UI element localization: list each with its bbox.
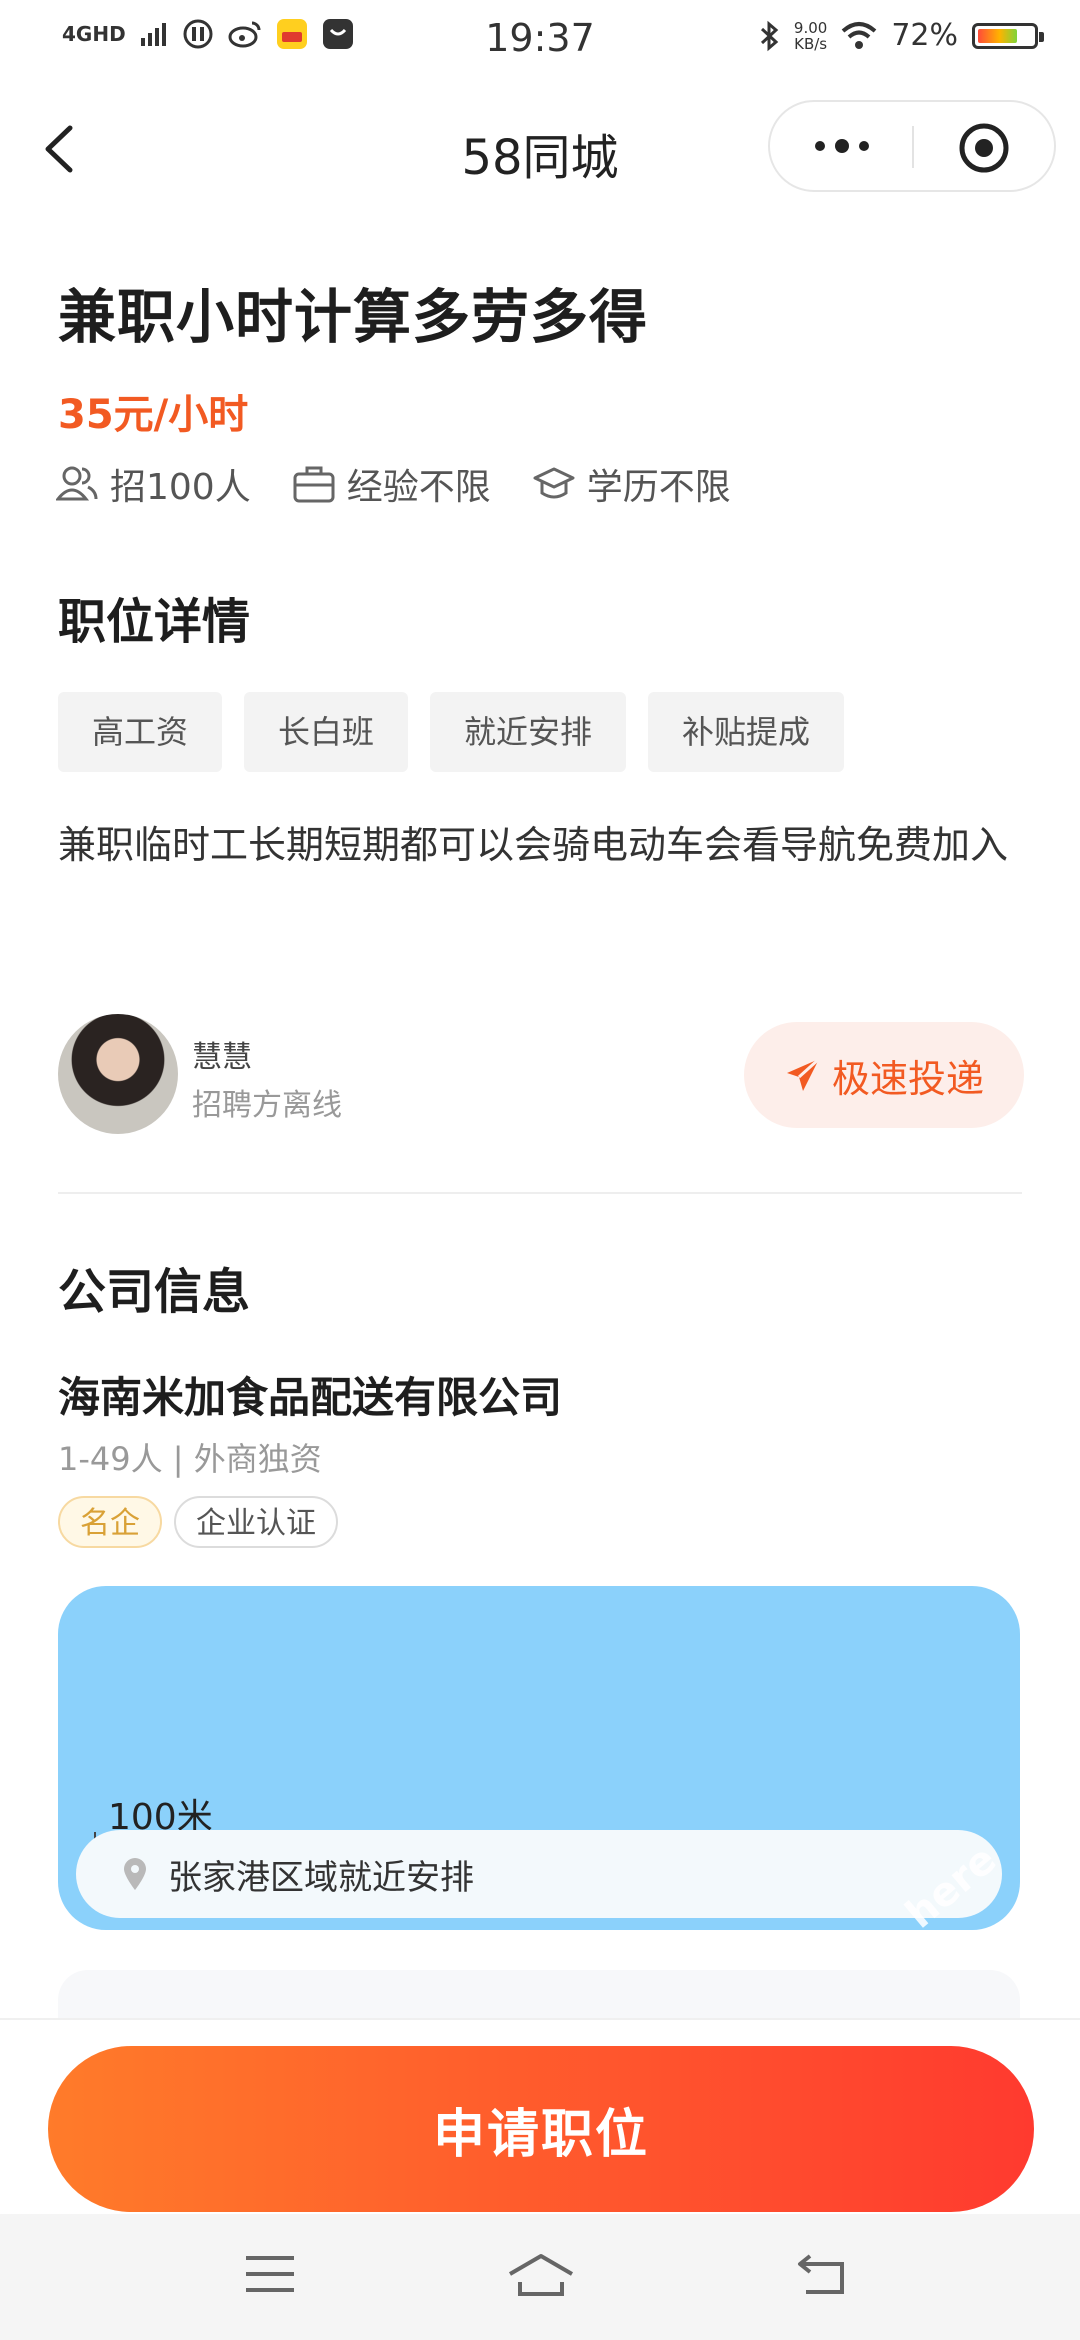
menu-icon [246, 2256, 294, 2292]
more-dots-icon [815, 139, 869, 153]
status-right: 9.00 KB/s 72% [758, 18, 1044, 53]
job-tags: 高工资 长白班 就近安排 补贴提成 [58, 692, 845, 772]
more-button[interactable] [810, 124, 874, 168]
people-icon [56, 466, 98, 501]
company-info: 1-49人 | 外商独资 [58, 1440, 322, 1478]
bluetooth-icon [760, 20, 779, 51]
tag-item: 就近安排 [430, 692, 627, 772]
verified-company-badge: 企业认证 [174, 1496, 338, 1548]
location-map[interactable]: 100米 张家港区域就近安排 here [58, 1586, 1020, 1930]
graduation-cap-icon [533, 467, 575, 499]
system-back-button[interactable] [796, 2252, 850, 2300]
section-divider [58, 1192, 1022, 1194]
network-speed: 9.00 KB/s [793, 18, 828, 53]
tag-item: 长白班 [244, 692, 409, 772]
details-heading: 职位详情 [58, 594, 251, 650]
capsule-divider [912, 126, 914, 168]
company-badges: 名企 企业认证 [58, 1496, 338, 1548]
address-bar[interactable]: 张家港区域就近安排 [76, 1830, 1002, 1918]
apply-button[interactable]: 申请职位 [48, 2046, 1034, 2212]
system-nav-bar [0, 2214, 1080, 2340]
miniapp-capsule [768, 100, 1056, 192]
recruiter-status: 招聘方离线 [192, 1088, 342, 1123]
battery-percent: 72% [891, 18, 958, 53]
meta-experience: 经验不限 [293, 458, 491, 510]
tag-item: 补贴提成 [648, 692, 845, 772]
status-bar: 4GHD 19:37 9.00 KB/s 72% [0, 0, 1080, 84]
famous-company-badge: 名企 [58, 1496, 162, 1548]
target-circle-icon [959, 123, 1009, 173]
job-title: 兼职小时计算多劳多得 [58, 283, 649, 351]
avatar[interactable] [58, 1014, 178, 1134]
company-heading: 公司信息 [58, 1264, 251, 1320]
close-miniapp-button[interactable] [958, 122, 1010, 174]
briefcase-icon [293, 466, 335, 503]
meta-education: 学历不限 [533, 458, 731, 510]
company-name[interactable]: 海南米加食品配送有限公司 [58, 1364, 562, 1425]
menu-button[interactable] [244, 2252, 296, 2300]
fast-apply-button[interactable]: 极速投递 [744, 1022, 1024, 1128]
back-icon [798, 2254, 844, 2294]
job-description: 兼职临时工长期短期都可以会骑电动车会看导航免费加入 [58, 823, 1009, 867]
recruiter-name: 慧慧 [192, 1040, 252, 1075]
home-icon [508, 2254, 574, 2296]
send-plane-icon [786, 1057, 820, 1091]
wifi-icon [841, 21, 877, 49]
tag-item: 高工资 [58, 692, 223, 772]
job-salary: 35元/小时 [58, 392, 249, 438]
meta-headcount: 招100人 [56, 458, 251, 510]
location-pin-icon [124, 1858, 146, 1890]
job-meta: 招100人 经验不限 学历不限 [56, 458, 773, 510]
home-button[interactable] [506, 2252, 576, 2302]
battery-icon [972, 22, 1044, 49]
